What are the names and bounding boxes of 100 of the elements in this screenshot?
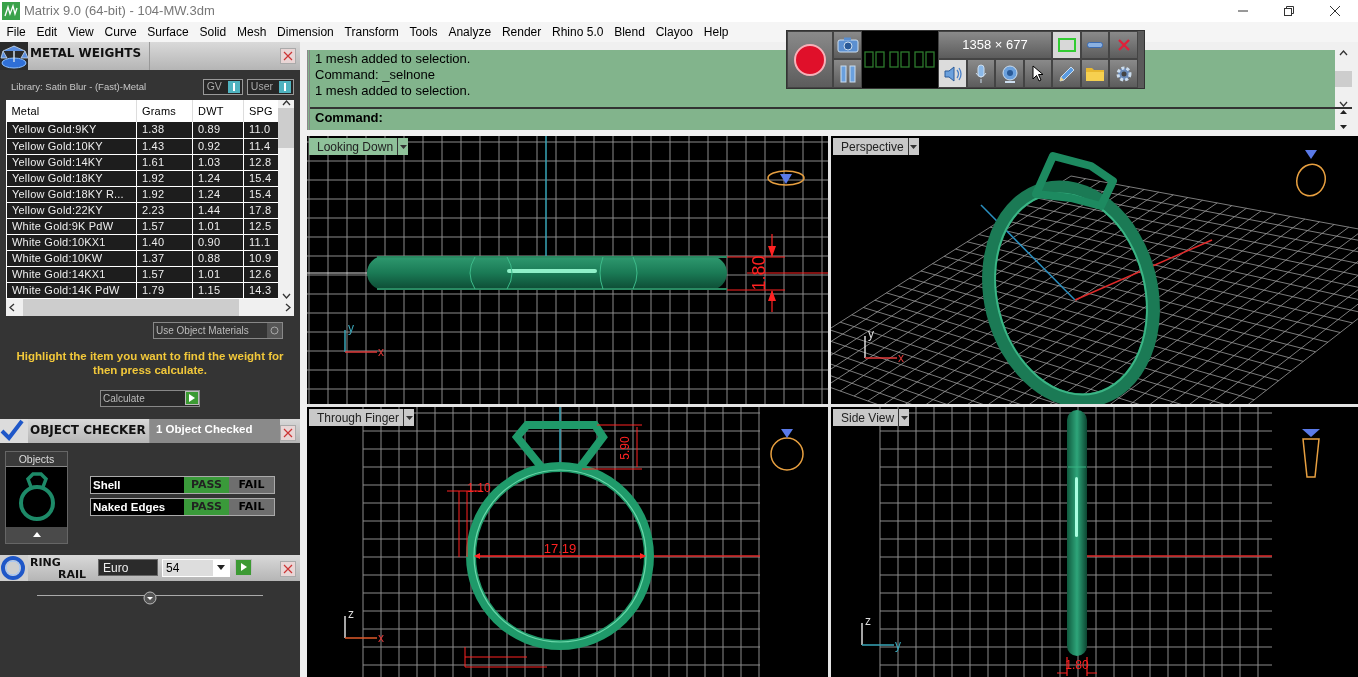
cursor-button[interactable]: [1024, 59, 1052, 88]
menu-item[interactable]: Rhino 5.0: [546, 22, 609, 42]
dropdown-arrow-icon: [217, 565, 225, 570]
axis-label: z: [865, 614, 871, 628]
webcam-button[interactable]: [995, 59, 1024, 88]
dropdown-arrow-icon: [405, 415, 413, 420]
dimension-label: 5.90: [618, 436, 632, 460]
menu-item[interactable]: Edit: [31, 22, 63, 42]
calculate-button[interactable]: Calculate: [100, 389, 200, 407]
close-button[interactable]: [280, 424, 296, 441]
scrollbar-thumb[interactable]: [278, 108, 294, 148]
minimize-icon: [1087, 42, 1103, 48]
axis-label: y: [348, 321, 354, 335]
materials-toggle[interactable]: Use Object Materials: [153, 321, 283, 339]
settings-button[interactable]: [1109, 59, 1138, 88]
close-icon: [283, 51, 293, 61]
scroll-down-icon[interactable]: [1339, 101, 1348, 107]
command-history-line: 1 mesh added to selection.: [315, 83, 471, 99]
microphone-button[interactable]: [967, 59, 995, 88]
menu-item[interactable]: Tools: [404, 22, 443, 42]
menu-item[interactable]: Solid: [194, 22, 232, 42]
region-button[interactable]: [1052, 31, 1081, 59]
dimension-label: 1.80: [749, 255, 769, 291]
restore-icon: [1284, 6, 1294, 16]
menu-item[interactable]: Render: [496, 22, 547, 42]
ring-size-dropdown[interactable]: 54: [162, 558, 230, 577]
menu-item[interactable]: Transform: [339, 22, 405, 42]
record-button[interactable]: [787, 31, 833, 88]
pass-indicator: PASS: [184, 498, 229, 515]
column-header[interactable]: Metal: [6, 100, 137, 122]
minimize-button[interactable]: [1081, 31, 1109, 59]
scroll-down-icon[interactable]: [281, 292, 291, 299]
ring-icon: [1296, 150, 1326, 197]
checkmark-icon: [0, 418, 24, 441]
speaker-button[interactable]: [938, 59, 967, 88]
ring-drawing: [16, 470, 57, 523]
window-title: Matrix 9.0 (64-bit) - 104-MW.3dm: [24, 2, 215, 21]
viewport-tab[interactable]: Side View: [833, 409, 910, 426]
scroll-up-icon[interactable]: [1339, 50, 1348, 56]
axis-label: x: [898, 351, 904, 365]
scroll-right-icon[interactable]: [285, 302, 291, 312]
table-cell: 0.89: [192, 122, 244, 138]
scrollbar-thumb[interactable]: [1335, 70, 1352, 87]
play-icon: [189, 394, 195, 402]
objects-label: Objects: [6, 451, 67, 467]
ring-icon: [767, 170, 805, 186]
toggle-button[interactable]: GV: [202, 79, 243, 95]
scroll-up-icon[interactable]: [281, 100, 291, 106]
microphone-icon: [975, 63, 987, 84]
pause-button[interactable]: [833, 59, 862, 88]
pencil-button[interactable]: [1052, 59, 1081, 88]
column-header[interactable]: Grams: [136, 100, 193, 122]
scroll-left-icon[interactable]: [9, 302, 15, 312]
slider[interactable]: [37, 588, 263, 603]
close-button[interactable]: [280, 560, 296, 577]
menu-item[interactable]: Analyze: [443, 22, 497, 42]
column-header[interactable]: DWT: [192, 100, 244, 122]
menu-item[interactable]: Blend: [608, 22, 651, 42]
menu-item[interactable]: View: [62, 22, 100, 42]
check-label: Naked Edges: [92, 499, 167, 515]
spin-up-icon[interactable]: [1339, 109, 1348, 115]
size-standard-field[interactable]: Euro: [98, 558, 158, 576]
menu-item[interactable]: File: [1, 22, 32, 42]
toggle-button[interactable]: User: [246, 79, 294, 95]
viewport-tab[interactable]: Perspective: [833, 138, 919, 155]
close-button[interactable]: [280, 48, 296, 64]
settings-icon: [1114, 64, 1133, 83]
go-button[interactable]: [235, 558, 252, 576]
menu-item[interactable]: Dimension: [271, 22, 340, 42]
fail-indicator: FAIL: [229, 476, 274, 493]
command-history-line: Command: _selnone: [315, 67, 435, 83]
command-prompt: Command:: [314, 109, 384, 127]
dimension-label: 1.10: [467, 481, 491, 495]
spin-down-icon[interactable]: [1339, 124, 1348, 130]
dropdown-arrow-icon: [399, 144, 407, 149]
size-label: 1358 × 677: [938, 31, 1052, 59]
folder-button[interactable]: [1081, 59, 1109, 88]
pause-icon: [839, 64, 856, 83]
column-header[interactable]: SPG: [243, 100, 278, 122]
axis-label: x: [378, 631, 384, 645]
slider-thumb[interactable]: [143, 591, 157, 606]
menu-item[interactable]: Surface: [141, 22, 195, 42]
viewport-tab[interactable]: Through Finger: [309, 409, 415, 426]
menu-item[interactable]: Help: [698, 22, 734, 42]
menu-item[interactable]: Mesh: [231, 22, 272, 42]
camera-icon: [836, 37, 859, 53]
axis-label: z: [348, 607, 354, 621]
menu-item[interactable]: Curve: [99, 22, 142, 42]
viewport-tab[interactable]: Looking Down: [309, 138, 409, 155]
menu-item[interactable]: Clayoo: [650, 22, 699, 42]
radio-icon: [270, 325, 279, 335]
up-arrow-icon: [32, 532, 41, 538]
dimension-label: 17.19: [543, 541, 577, 556]
axis-line: [307, 272, 368, 274]
speaker-icon: [942, 65, 963, 82]
camera-button[interactable]: [833, 31, 862, 59]
ring-icon: [0, 554, 26, 581]
region-icon: [1057, 38, 1076, 52]
dropdown-arrow-icon: [910, 144, 918, 149]
record-icon: [793, 42, 827, 77]
